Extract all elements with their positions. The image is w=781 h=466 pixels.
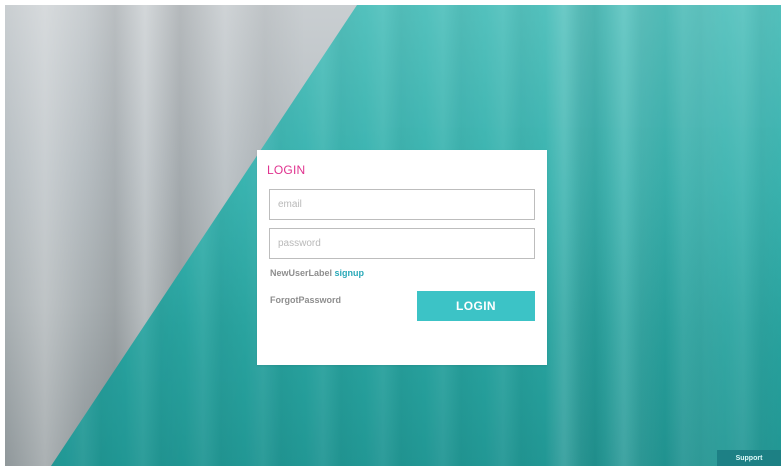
signup-link[interactable]: signup — [335, 268, 365, 278]
forgot-password-link[interactable]: ForgotPassword — [270, 295, 341, 305]
email-field[interactable] — [269, 189, 535, 220]
login-button[interactable]: LOGIN — [417, 291, 535, 321]
support-button[interactable]: Support — [717, 450, 781, 466]
login-title: LOGIN — [267, 163, 306, 177]
password-field[interactable] — [269, 228, 535, 259]
new-user-row: NewUserLabel signup — [270, 268, 364, 278]
login-page: LOGIN NewUserLabel signup ForgotPassword… — [5, 5, 781, 466]
new-user-label: NewUserLabel — [270, 268, 333, 278]
login-card: LOGIN NewUserLabel signup ForgotPassword… — [257, 150, 547, 365]
